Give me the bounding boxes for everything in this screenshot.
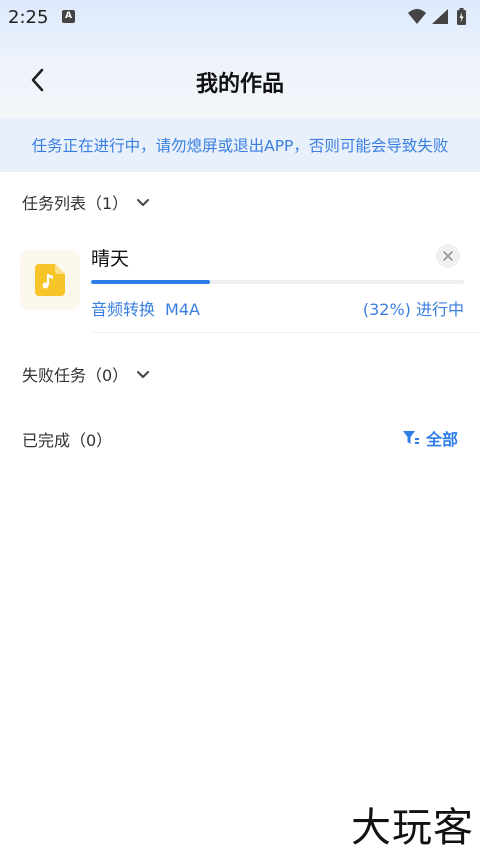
completed-header: 已完成（0） <box>22 427 112 451</box>
music-file-icon <box>35 264 65 296</box>
completed-label: 已完成（0） <box>22 431 113 450</box>
task-type: 音频转换 <box>91 300 156 319</box>
task-list-header[interactable]: 任务列表（1） <box>22 190 150 214</box>
nav-bar: 我的作品 <box>0 50 480 112</box>
task-progress-status: (32%) 进行中 <box>362 300 464 319</box>
file-thumbnail <box>20 250 80 310</box>
wifi-icon <box>408 9 426 24</box>
task-item[interactable]: 晴天 音频转换 M4A (32%) 进行中 <box>0 242 480 342</box>
task-format: M4A <box>165 300 200 319</box>
cancel-task-button[interactable] <box>436 244 460 268</box>
task-name: 晴天 <box>91 248 130 270</box>
task-type-info: 音频转换 M4A <box>91 296 200 320</box>
warning-notice: 任务正在进行中，请勿熄屏或退出APP，否则可能会导致失败 <box>0 118 480 172</box>
chevron-down-icon <box>136 193 150 212</box>
signal-icon <box>432 9 448 24</box>
filter-button[interactable]: 全部 <box>402 426 458 450</box>
notification-badge-icon: A <box>62 10 75 23</box>
divider <box>91 332 480 333</box>
progress-bar <box>91 280 464 284</box>
close-icon <box>443 251 453 261</box>
main-content: 任务列表（1） 晴天 音频转换 M4A (32%) 进行中 失败任务（0） 已完… <box>0 172 480 855</box>
failed-tasks-header[interactable]: 失败任务（0） <box>22 362 150 386</box>
status-icons <box>406 7 472 27</box>
filter-icon <box>402 431 419 444</box>
task-list-label: 任务列表（1） <box>22 194 129 213</box>
chevron-down-icon <box>136 365 150 384</box>
status-time: 2:25 <box>8 7 49 28</box>
watermark-logo: 大玩客 <box>351 805 474 851</box>
progress-fill <box>91 280 211 284</box>
battery-icon <box>457 8 466 25</box>
page-title: 我的作品 <box>195 72 284 97</box>
filter-label: 全部 <box>425 430 458 449</box>
failed-tasks-label: 失败任务（0） <box>22 366 129 385</box>
status-bar: 2:25 A <box>0 0 480 34</box>
